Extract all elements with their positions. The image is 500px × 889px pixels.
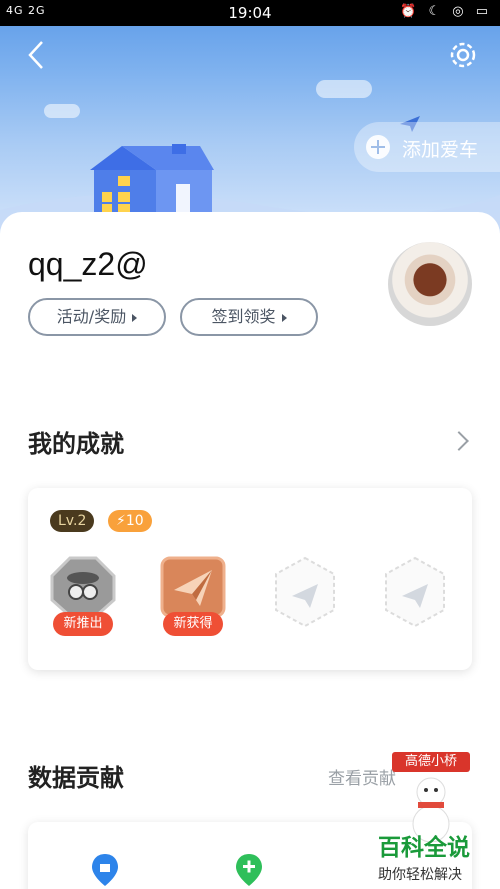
- header-background: [0, 0, 500, 240]
- back-button[interactable]: [20, 38, 54, 72]
- cloud-decoration: [44, 104, 80, 118]
- settings-button[interactable]: [446, 38, 480, 72]
- badge-item[interactable]: [272, 556, 342, 636]
- plus-icon: [366, 135, 390, 159]
- paper-plane-badge-icon: [160, 556, 226, 618]
- username: qq_z2@: [28, 246, 148, 282]
- location-pin-icon: [92, 854, 118, 886]
- contribution-title: 数据贡献: [28, 764, 124, 792]
- cloud-decoration: [316, 80, 372, 98]
- spy-badge-icon: [50, 556, 116, 618]
- level-badge: Lv.2: [50, 510, 95, 532]
- activity-rewards-button[interactable]: 活动/奖励: [28, 298, 166, 336]
- house-illustration: [90, 144, 214, 216]
- activity-rewards-label: 活动/奖励: [56, 307, 127, 326]
- add-car-button[interactable]: 添加爱车: [354, 122, 500, 172]
- promo-banner-text: 高德小桥: [392, 752, 470, 772]
- badge-tag: 新推出: [53, 612, 113, 636]
- view-contribution-link[interactable]: 查看贡献: [328, 764, 396, 789]
- status-bar: 4G 2G 19:04 ⏰ ☾ ◎ ▭: [0, 0, 500, 26]
- arrow-right-icon: [281, 313, 287, 322]
- badge-item[interactable]: 新推出: [50, 556, 120, 636]
- achievements-title: 我的成就: [28, 430, 124, 458]
- badge-tag: 新获得: [163, 612, 223, 636]
- checkin-button[interactable]: 签到领奖: [180, 298, 318, 336]
- checkin-label: 签到领奖: [211, 307, 276, 326]
- locked-badge-icon: [385, 556, 445, 628]
- watermark-title: 百科全说: [378, 835, 470, 861]
- points-value: 10: [125, 513, 144, 529]
- gear-icon: [450, 42, 476, 68]
- points-badge: ⚡10: [108, 510, 152, 532]
- add-car-label: 添加爱车: [402, 139, 479, 161]
- status-icons: ⏰ ☾ ◎ ▭: [400, 4, 492, 19]
- watermark: 百科全说 助你轻松解决: [378, 828, 488, 884]
- achievements-card[interactable]: Lv.2 ⚡10 新推出 新获得: [28, 488, 472, 670]
- locked-badge-icon: [275, 556, 335, 628]
- avatar[interactable]: [388, 242, 472, 326]
- watermark-subtitle: 助你轻松解决: [378, 867, 462, 883]
- badge-item[interactable]: [382, 556, 452, 636]
- arrow-right-icon: [132, 313, 138, 322]
- chevron-left-icon: [28, 41, 43, 69]
- bolt-icon: ⚡: [116, 513, 126, 529]
- add-location-icon: [236, 854, 262, 886]
- badge-item[interactable]: 新获得: [160, 556, 230, 636]
